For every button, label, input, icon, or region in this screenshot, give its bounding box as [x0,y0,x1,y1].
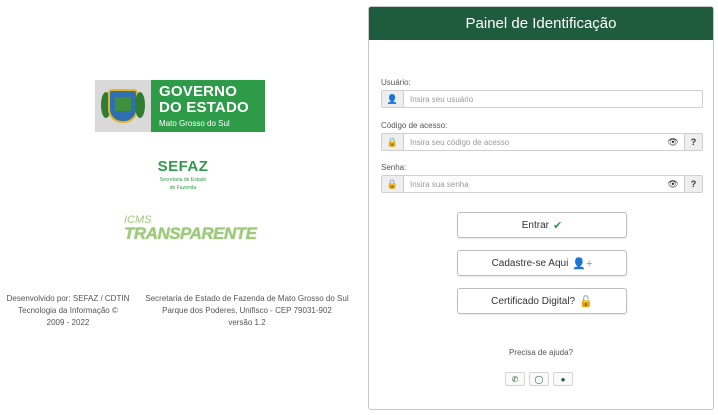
icms-transparente-logo: ICMS TRANSPARENTE [124,215,257,243]
phone-icon[interactable]: ✆ [505,372,525,386]
usuario-label: Usuário: [381,78,411,87]
codigo-label: Código de acesso: [381,121,448,130]
entrar-label: Entrar [521,219,549,231]
senha-label: Senha: [381,163,407,172]
usuario-input[interactable] [404,91,702,107]
eye-slash-icon[interactable]: 👁 [662,176,684,192]
footer-right-line: versão 1.2 [228,318,266,327]
icms-line2: TRANSPARENTE [124,224,257,243]
chat-icon[interactable]: ● [553,372,573,386]
state-emblem-icon [95,80,151,132]
government-logo: GOVERNO DO ESTADO Mato Grosso do Sul [95,80,265,132]
gov-line3: Mato Grosso do Sul [159,119,230,128]
senha-input-group: 🔒 👁 ? [381,175,703,193]
whatsapp-icon[interactable]: ◯ [529,372,549,386]
footer-left-line: Desenvolvido por: SEFAZ / CDTIN [6,294,130,303]
usuario-input-group: 👤 [381,90,703,108]
lock-icon: 🔒 [382,176,404,192]
footer-left-line: Tecnologia da Informação © [18,306,118,315]
sefaz-title: SEFAZ [157,158,209,175]
add-user-icon: 👤+ [572,257,593,270]
gov-line2: DO ESTADO [159,99,249,116]
footer-developer: Desenvolvido por: SEFAZ / CDTIN Tecnolog… [4,293,132,329]
sefaz-subtitle-2: de Fazenda [169,185,197,191]
sefaz-subtitle-1: Secretaria de Estado [159,177,207,183]
footer-left-line: 2009 - 2022 [46,318,90,327]
lock-icon: 🔒 [382,134,404,150]
panel-title: Painel de Identificação [465,15,617,32]
check-icon: ✔ [553,219,563,232]
codigo-input[interactable] [404,134,662,150]
government-logo-text: GOVERNO DO ESTADO Mato Grosso do Sul [151,80,265,132]
footer-address: Secretaria de Estado de Fazenda de Mato … [142,293,352,329]
help-contact-icons: ✆ ◯ ● [505,372,573,386]
unlock-icon: 🔓 [579,295,593,308]
user-icon: 👤 [382,91,404,107]
panel-header: Painel de Identificação [369,7,713,40]
eye-slash-icon[interactable]: 👁 [662,134,684,150]
senha-help-button[interactable]: ? [684,176,702,192]
senha-input[interactable] [404,176,662,192]
login-panel: Painel de Identificação Usuário: 👤 Códig… [368,6,714,410]
help-text: Precisa de ajuda? [508,348,574,357]
entrar-button[interactable]: Entrar ✔ [457,212,627,238]
sefaz-logo: SEFAZ Secretaria de Estado de Fazenda [140,158,226,191]
cadastre-button[interactable]: Cadastre-se Aqui 👤+ [457,250,627,276]
gov-line1: GOVERNO [159,83,238,100]
codigo-help-button[interactable]: ? [684,134,702,150]
certificado-button[interactable]: Certificado Digital? 🔓 [457,288,627,314]
footer-right-line: Parque dos Poderes, Unifisco - CEP 79031… [162,306,332,315]
codigo-input-group: 🔒 👁 ? [381,133,703,151]
certificado-label: Certificado Digital? [491,295,576,307]
cadastre-label: Cadastre-se Aqui [491,257,569,269]
footer-right-line: Secretaria de Estado de Fazenda de Mato … [145,294,349,303]
